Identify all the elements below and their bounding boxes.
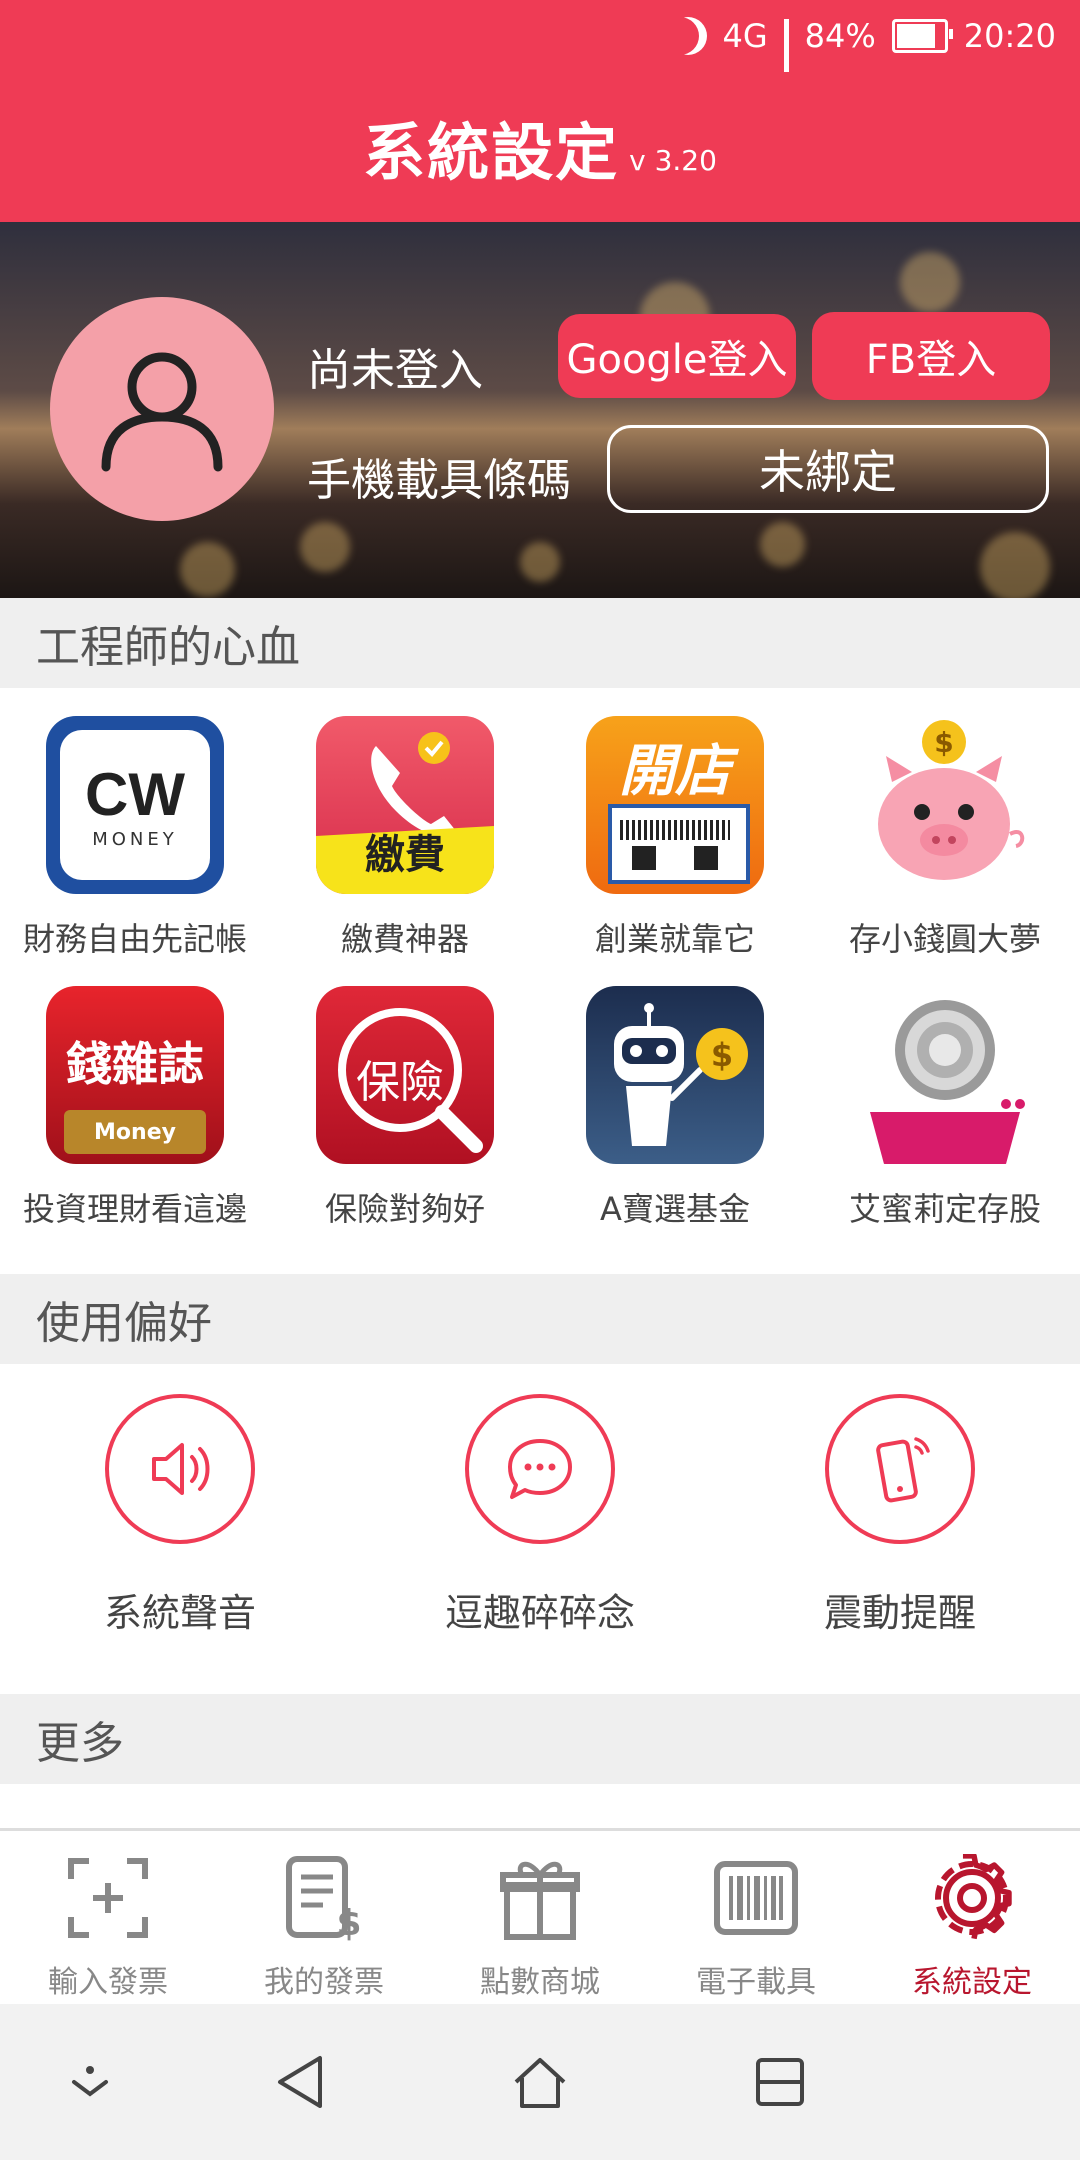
pref-vibration[interactable]: 震動提醒 [750, 1394, 1050, 1637]
tab-points-mall[interactable]: 點數商城 [432, 1853, 648, 2001]
vibrate-phone-icon [825, 1394, 975, 1544]
app-item-money-magazine[interactable]: 錢雜誌 Money 投資理財看這邊 [0, 986, 270, 1230]
app-label: 投資理財看這邊 [22, 1190, 247, 1228]
svg-text:$: $ [934, 726, 953, 759]
moon-alarm-icon [669, 17, 707, 55]
battery-icon [891, 19, 953, 53]
insurance-search-icon: 保險 [316, 986, 494, 1164]
section-title: 更多 [36, 1718, 124, 1769]
app-item-safe-dial[interactable]: 艾蜜莉定存股 [810, 986, 1080, 1230]
app-item-insurance[interactable]: 保險 保險對夠好 [270, 986, 540, 1230]
system-nav-bar [0, 2004, 1080, 2160]
svg-text:$: $ [711, 1036, 733, 1074]
clock: 20:20 [963, 17, 1056, 55]
fb-login-button[interactable]: FB登入 [812, 312, 1050, 400]
pref-fun-chatter[interactable]: 逗趣碎碎念 [390, 1394, 690, 1637]
battery-percent: 84% [804, 17, 876, 55]
collapse-icon[interactable] [68, 2052, 112, 2116]
payment-phone-icon: 繳費 [316, 716, 494, 894]
preferences-panel: 系統聲音 逗趣碎碎念 震動提醒 [0, 1364, 1080, 1694]
svg-text:$: $ [336, 1903, 361, 1941]
profile-banner: 尚未登入 Google登入 FB登入 手機載具條碼 未綁定 [0, 222, 1080, 598]
gear-icon [864, 1853, 1080, 1943]
money-magazine-icon: 錢雜誌 Money [46, 986, 224, 1164]
user-icon [101, 352, 223, 472]
receipt-dollar-icon: $ [216, 1853, 432, 1943]
cw-money-icon: CW MONEY [46, 716, 224, 894]
login-status: 尚未登入 [307, 345, 483, 396]
piggy-bank-icon: $ [856, 716, 1034, 894]
tab-label: 系統設定 [912, 1965, 1032, 2000]
tab-my-invoices[interactable]: $ 我的發票 [216, 1853, 432, 2001]
open-store-icon: 開店 [586, 716, 764, 894]
section-header-apps: 工程師的心血 [0, 598, 1080, 688]
app-label: 創業就靠它 [594, 920, 755, 958]
app-header: 系統設定 v 3.20 [0, 72, 1080, 222]
back-icon[interactable] [272, 2052, 328, 2116]
safe-dial-icon [856, 986, 1034, 1164]
pref-label: 系統聲音 [103, 1591, 256, 1635]
app-item-cw-money[interactable]: CW MONEY 財務自由先記帳 [0, 716, 270, 960]
page-title: 系統設定 [363, 116, 620, 189]
section-header-prefs: 使用偏好 [0, 1274, 1080, 1364]
tab-e-carrier[interactable]: 電子載具 [648, 1853, 864, 2001]
google-login-button[interactable]: Google登入 [558, 314, 796, 398]
app-item-payment[interactable]: 繳費 繳費神器 [270, 716, 540, 960]
app-item-robot-fund[interactable]: $ A寶選基金 [540, 986, 810, 1230]
scan-add-icon [0, 1853, 216, 1943]
pref-label: 震動提醒 [823, 1591, 976, 1635]
avatar[interactable] [50, 297, 274, 521]
version-label: v 3.20 [629, 143, 717, 177]
app-item-open-store[interactable]: 開店 創業就靠它 [540, 716, 810, 960]
pref-system-sound[interactable]: 系統聲音 [30, 1394, 330, 1637]
pref-label: 逗趣碎碎念 [444, 1591, 635, 1635]
mobile-barcode-label: 手機載具條碼 [307, 455, 571, 506]
barcode-icon [648, 1853, 864, 1943]
tab-label: 點數商城 [480, 1965, 600, 2000]
bottom-tab-bar: 輸入發票 $ 我的發票 點數商城 電子載具 系統設定 [0, 1828, 1080, 2004]
section-title: 工程師的心血 [36, 622, 300, 673]
tab-input-invoice[interactable]: 輸入發票 [0, 1853, 216, 2001]
status-bar: 4G 84% 20:20 [0, 0, 1080, 129]
app-label: A寶選基金 [600, 1190, 750, 1228]
robot-fund-icon: $ [586, 986, 764, 1164]
section-header-more: 更多 [0, 1694, 1080, 1784]
app-label: 繳費神器 [340, 920, 469, 958]
chat-bubble-icon [465, 1394, 615, 1544]
recents-icon[interactable] [752, 2052, 808, 2116]
tab-label: 輸入發票 [48, 1965, 168, 2000]
more-list[interactable] [0, 1784, 1080, 1828]
home-icon[interactable] [510, 2052, 570, 2116]
barcode-bind-button[interactable]: 未綁定 [607, 425, 1049, 513]
app-label: 艾蜜莉定存股 [848, 1190, 1041, 1228]
signal-icon [783, 19, 789, 129]
app-label: 保險對夠好 [324, 1190, 485, 1228]
app-label: 存小錢圓大夢 [848, 920, 1041, 958]
network-type: 4G [722, 17, 768, 55]
tab-label: 電子載具 [696, 1965, 816, 2000]
gift-icon [432, 1853, 648, 1943]
speaker-icon [105, 1394, 255, 1544]
app-label: 財務自由先記帳 [22, 920, 247, 958]
app-item-piggy-bank[interactable]: $ 存小錢圓大夢 [810, 716, 1080, 960]
section-title: 使用偏好 [36, 1298, 212, 1349]
tab-settings[interactable]: 系統設定 [864, 1853, 1080, 2001]
tab-label: 我的發票 [264, 1965, 384, 2000]
